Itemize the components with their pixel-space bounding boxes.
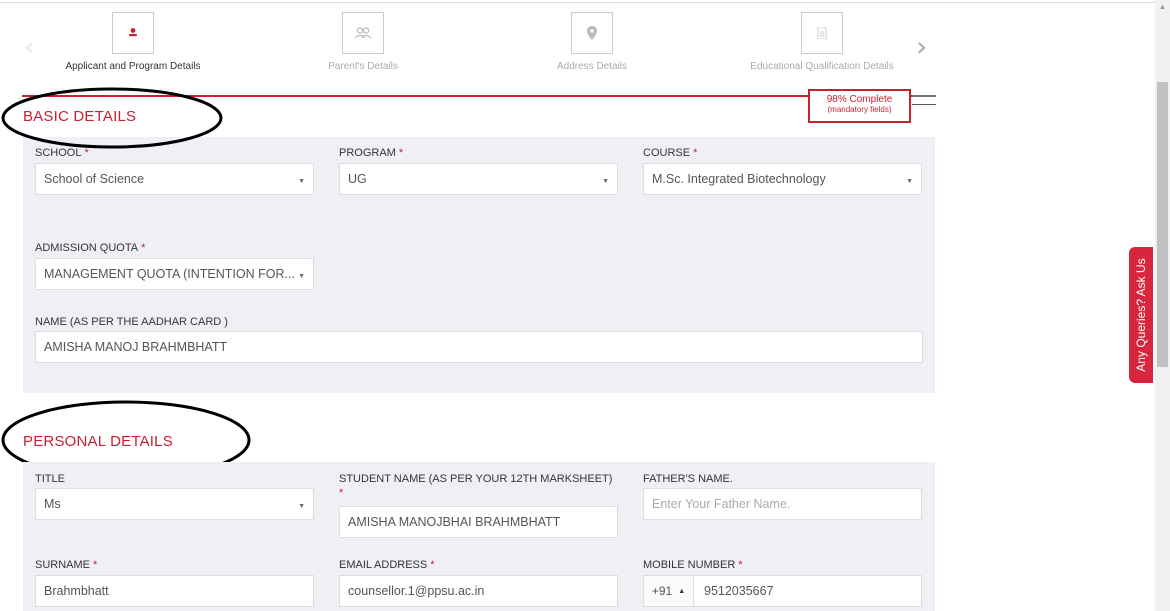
title-select[interactable]: Ms ▼ <box>35 488 314 520</box>
progress-bar-remainder <box>912 95 936 97</box>
page-scrollbar[interactable]: ▲ <box>1155 0 1170 611</box>
step-label: Educational Qualification Details <box>750 61 894 72</box>
school-select[interactable]: School of Science ▼ <box>35 163 314 195</box>
admission-quota-select[interactable]: MANAGEMENT QUOTA (INTENTION FOR... ▼ <box>35 258 314 290</box>
title-label: TITLE <box>35 473 65 485</box>
chevron-down-icon: ▼ <box>602 178 609 185</box>
program-label: PROGRAM * <box>339 147 404 159</box>
step-parents[interactable]: Parent's Details <box>263 12 463 72</box>
program-select[interactable]: UG ▼ <box>339 163 618 195</box>
country-code-select[interactable]: +91 ▲ <box>644 576 694 606</box>
step-label: Address Details <box>556 61 628 72</box>
progress-bar-divider <box>912 104 936 105</box>
course-label: COURSE * <box>643 147 698 159</box>
step-applicant-program[interactable]: Applicant and Program Details <box>33 12 233 72</box>
chevron-down-icon: ▼ <box>298 178 305 185</box>
form-stepper: ‹ Applicant and Program Details Parent's… <box>0 0 950 96</box>
document-icon <box>801 12 843 54</box>
progress-sub-label: (mandatory fields) <box>827 105 892 114</box>
progress-percent: 98% Complete <box>826 94 893 105</box>
chevron-down-icon: ▼ <box>906 178 913 185</box>
ask-us-label: Any Queries? Ask Us <box>1134 258 1148 372</box>
map-pin-icon <box>571 12 613 54</box>
ask-us-tab[interactable]: Any Queries? Ask Us <box>1129 247 1153 383</box>
aadhar-name-input[interactable]: AMISHA MANOJ BRAHMBHATT <box>35 331 923 363</box>
progress-badge: 98% Complete (mandatory fields) <box>808 89 911 123</box>
caret-up-icon: ▲ <box>678 587 686 595</box>
student-name-label: STUDENT NAME (AS PER YOUR 12TH MARKSHEET… <box>339 473 613 485</box>
surname-label: SURNAME * <box>35 559 98 571</box>
step-education[interactable]: Educational Qualification Details <box>722 12 922 72</box>
step-label: Applicant and Program Details <box>65 61 201 72</box>
email-input[interactable]: counsellor.1@ppsu.ac.in <box>339 575 618 607</box>
admission-quota-label: ADMISSION QUOTA * <box>35 242 146 254</box>
surname-input[interactable]: Brahmbhatt <box>35 575 314 607</box>
chevron-down-icon: ▼ <box>298 503 305 510</box>
basic-details-title: BASIC DETAILS <box>23 108 137 125</box>
mobile-label: MOBILE NUMBER * <box>643 559 743 571</box>
user-icon <box>112 12 154 54</box>
personal-details-title: PERSONAL DETAILS <box>23 433 173 450</box>
course-select[interactable]: M.Sc. Integrated Biotechnology ▼ <box>643 163 922 195</box>
scroll-up-icon[interactable]: ▲ <box>1159 4 1166 11</box>
email-label: EMAIL ADDRESS * <box>339 559 435 571</box>
chevron-down-icon: ▼ <box>298 273 305 280</box>
aadhar-name-label: NAME (AS PER THE AADHAR CARD ) <box>35 316 228 328</box>
next-step-arrow-icon[interactable]: › <box>916 30 927 63</box>
parents-icon <box>342 12 384 54</box>
student-name-input[interactable]: AMISHA MANOJBHAI BRAHMBHATT <box>339 506 618 538</box>
father-name-label: FATHER'S NAME. <box>643 473 733 485</box>
step-address[interactable]: Address Details <box>492 12 692 72</box>
required-marker: * <box>339 487 344 499</box>
step-label: Parent's Details <box>328 61 398 72</box>
school-label: SCHOOL * <box>35 147 89 159</box>
mobile-input[interactable]: +91 ▲ 9512035667 <box>643 575 922 607</box>
scroll-thumb[interactable] <box>1157 82 1168 367</box>
father-name-input[interactable]: Enter Your Father Name. <box>643 488 922 520</box>
